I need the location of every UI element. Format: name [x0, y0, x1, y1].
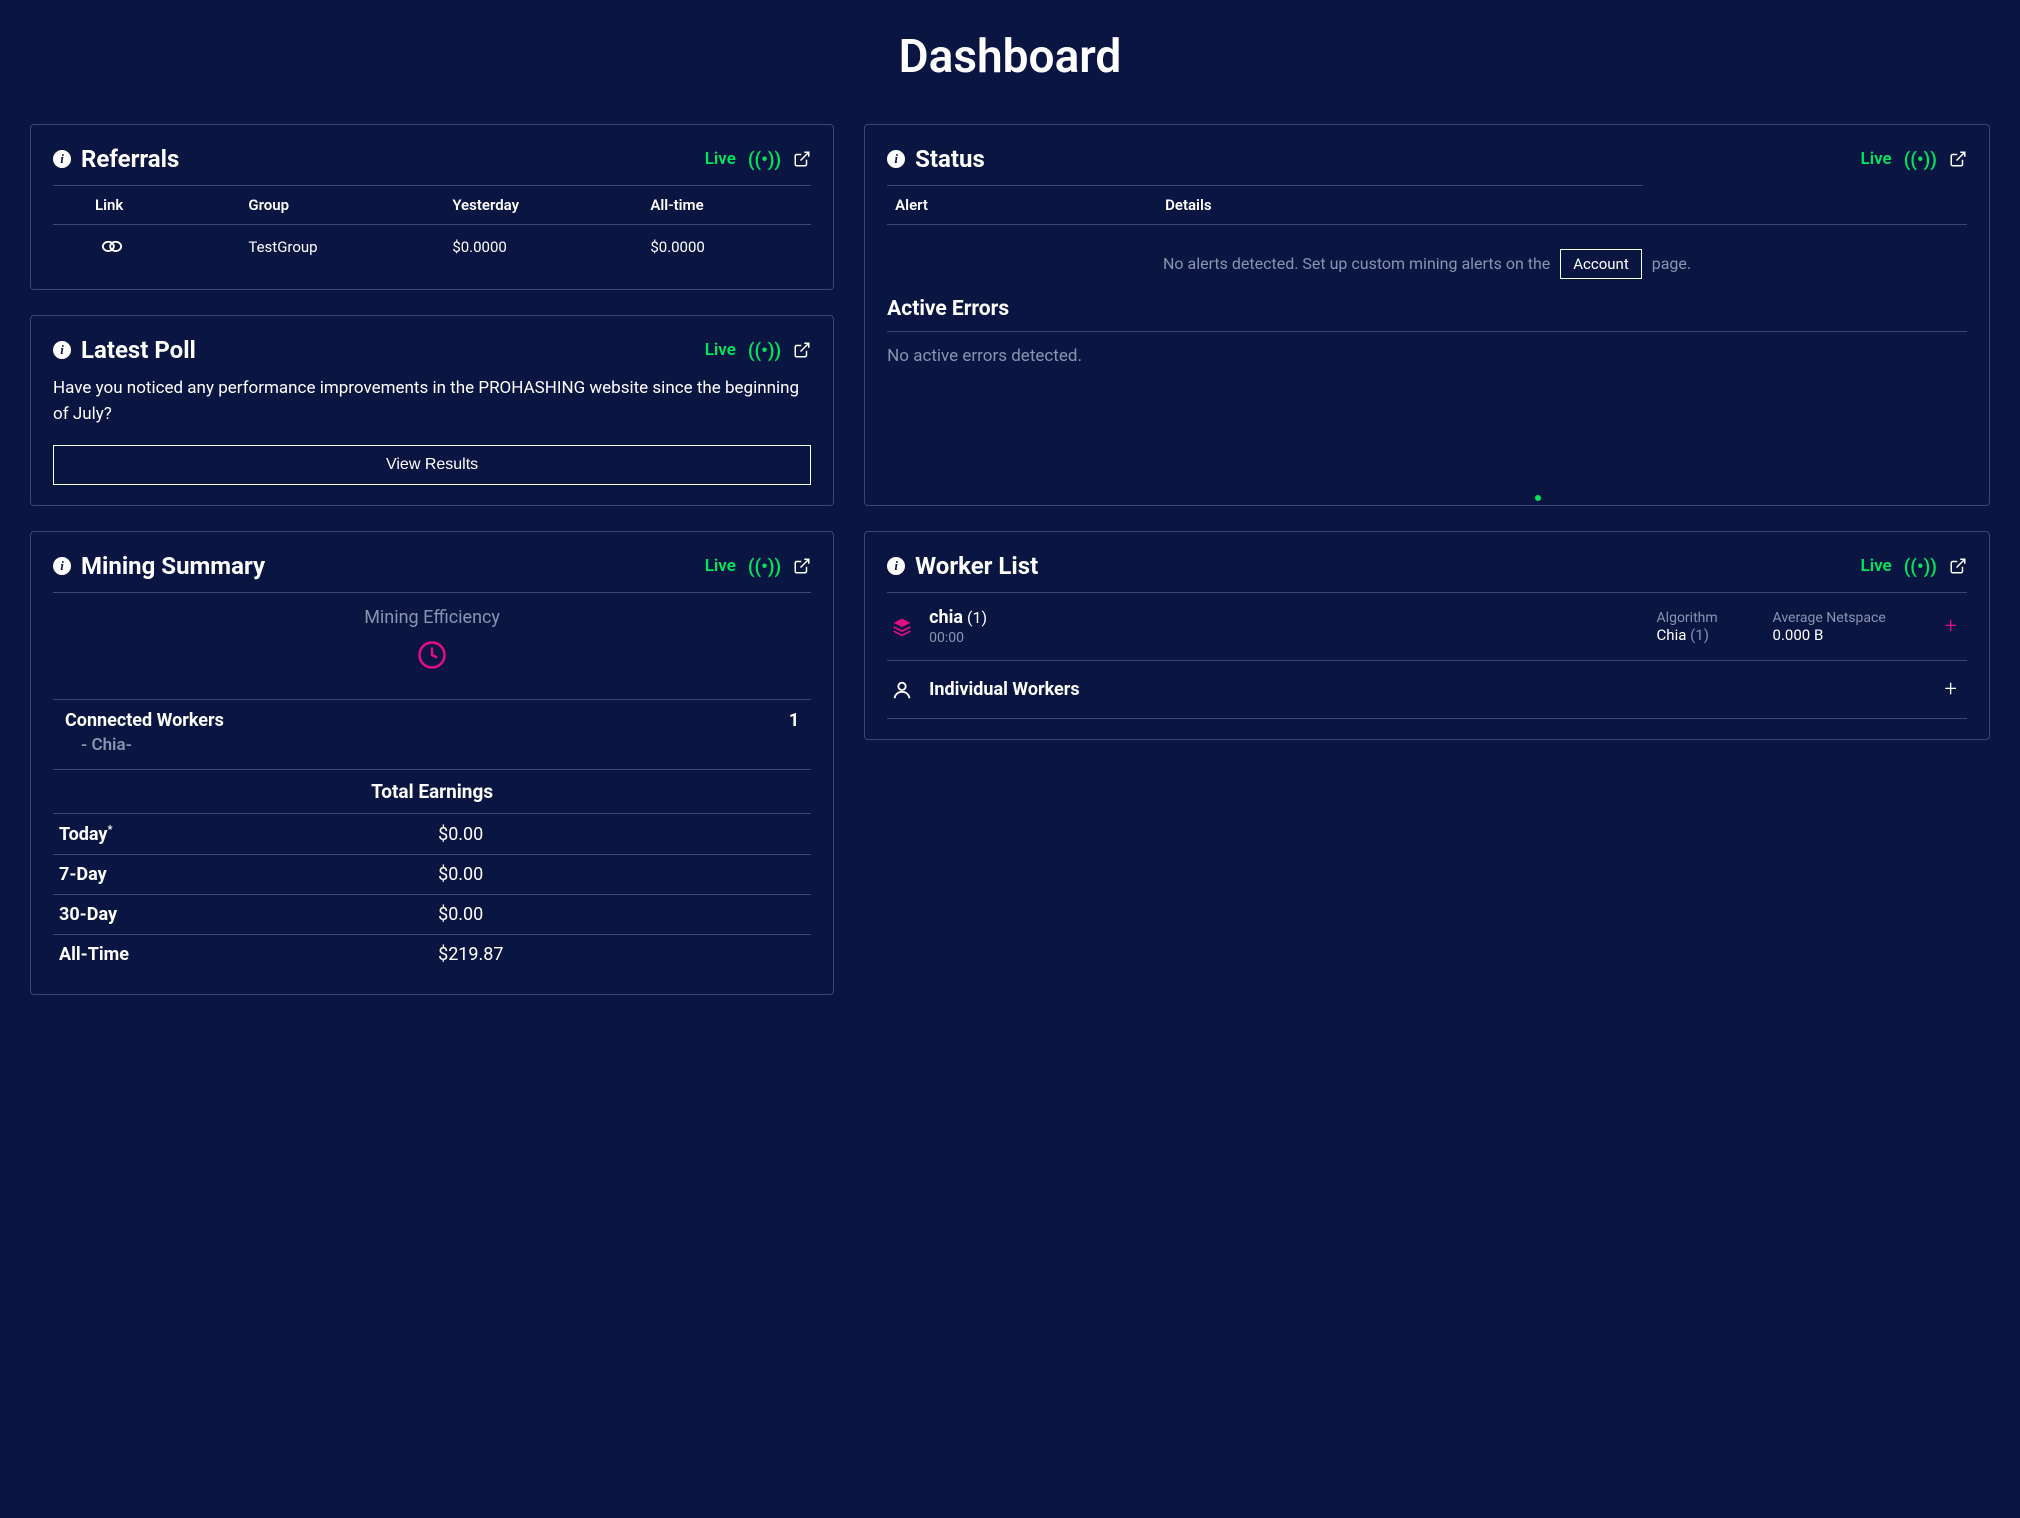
no-errors-text: No active errors detected.	[887, 346, 1967, 366]
worker-algo-label: Algorithm	[1657, 610, 1757, 626]
worker-list-card: i Worker List Live ((•)) c	[864, 531, 1990, 740]
expand-icon[interactable]: +	[1939, 614, 1963, 639]
worker-time: 00:00	[929, 630, 1640, 646]
broadcast-icon: ((•))	[748, 339, 781, 362]
live-label: Live	[1861, 556, 1892, 576]
popout-icon[interactable]	[793, 150, 811, 168]
layers-icon	[891, 617, 913, 637]
earnings-alltime-value: $219.87	[432, 935, 811, 975]
ref-th-yesterday: Yesterday	[444, 186, 642, 225]
info-icon[interactable]: i	[53, 557, 71, 575]
info-icon[interactable]: i	[887, 150, 905, 168]
info-icon[interactable]: i	[53, 341, 71, 359]
referrals-table: Link Group Yesterday All-time TestGroup …	[53, 185, 811, 269]
earnings-today-label: Today*	[53, 814, 432, 855]
connected-workers-count: 1	[789, 710, 799, 731]
view-results-button[interactable]: View Results	[53, 445, 811, 485]
connected-workers-label: Connected Workers	[65, 710, 224, 731]
table-row: 7-Day $0.00	[53, 855, 811, 895]
clock-icon	[417, 640, 447, 670]
status-card: i Status Live ((•)) Alert Details	[864, 124, 1990, 506]
worker-list-title: Worker List	[915, 552, 1038, 580]
person-icon	[891, 679, 913, 701]
ref-yesterday: $0.0000	[444, 225, 642, 270]
status-th-alert: Alert	[887, 186, 1157, 225]
popout-icon[interactable]	[1949, 557, 1967, 575]
account-button[interactable]: Account	[1560, 249, 1642, 279]
ref-th-group: Group	[240, 186, 444, 225]
table-row: 30-Day $0.00	[53, 895, 811, 935]
individual-workers-label: Individual Workers	[929, 679, 1922, 700]
broadcast-icon: ((•))	[1904, 555, 1937, 578]
poll-question: Have you noticed any performance improve…	[53, 376, 811, 427]
earnings-title: Total Earnings	[53, 769, 811, 813]
table-row: TestGroup $0.0000 $0.0000	[53, 225, 811, 270]
worker-name: chia	[929, 607, 963, 628]
info-icon[interactable]: i	[53, 150, 71, 168]
live-label: Live	[705, 556, 736, 576]
worker-netspace-value: 0.000 B	[1773, 626, 1923, 644]
status-table: Alert Details	[887, 186, 1967, 225]
ref-th-link: Link	[53, 186, 240, 225]
ref-group: TestGroup	[240, 225, 444, 270]
table-row: Today* $0.00	[53, 814, 811, 855]
mining-title: Mining Summary	[81, 552, 265, 580]
individual-workers-row[interactable]: Individual Workers +	[887, 661, 1967, 719]
active-errors-title: Active Errors	[887, 297, 1967, 321]
ref-th-alltime: All-time	[642, 186, 811, 225]
referrals-card: i Referrals Live ((•)) Link Group Yest	[30, 124, 834, 290]
table-row: All-Time $219.87	[53, 935, 811, 975]
earnings-7day-label: 7-Day	[53, 855, 432, 895]
no-alerts-message: No alerts detected. Set up custom mining…	[887, 243, 1967, 297]
page-title: Dashboard	[30, 30, 1990, 84]
earnings-today-value: $0.00	[432, 814, 811, 855]
info-icon[interactable]: i	[887, 557, 905, 575]
earnings-30day-label: 30-Day	[53, 895, 432, 935]
worker-count: (1)	[967, 608, 987, 627]
mining-summary-card: i Mining Summary Live ((•)) Mining Effic…	[30, 531, 834, 995]
ref-alltime: $0.0000	[642, 225, 811, 270]
worker-row[interactable]: chia (1) 00:00 Algorithm Chia (1) Averag…	[887, 593, 1967, 661]
worker-coin-row: - Chia-	[53, 735, 811, 769]
earnings-7day-value: $0.00	[432, 855, 811, 895]
broadcast-icon: ((•))	[748, 555, 781, 578]
worker-netspace-label: Average Netspace	[1773, 610, 1923, 626]
poll-title: Latest Poll	[81, 336, 196, 364]
live-label: Live	[705, 149, 736, 169]
status-th-details: Details	[1157, 186, 1967, 225]
status-indicator-dot	[1535, 495, 1541, 501]
link-icon[interactable]	[101, 237, 123, 253]
live-label: Live	[705, 340, 736, 360]
connected-workers-row: Connected Workers 1	[53, 699, 811, 735]
mining-efficiency-label: Mining Efficiency	[53, 607, 811, 628]
worker-algo-value: Chia (1)	[1657, 626, 1757, 644]
status-title: Status	[915, 145, 985, 173]
expand-icon[interactable]: +	[1939, 677, 1963, 702]
earnings-alltime-label: All-Time	[53, 935, 432, 975]
live-label: Live	[1861, 149, 1892, 169]
earnings-table: Today* $0.00 7-Day $0.00 30-Day $0.00 Al…	[53, 813, 811, 974]
broadcast-icon: ((•))	[748, 148, 781, 171]
popout-icon[interactable]	[1949, 150, 1967, 168]
broadcast-icon: ((•))	[1904, 148, 1937, 171]
popout-icon[interactable]	[793, 557, 811, 575]
poll-card: i Latest Poll Live ((•)) Have you notice…	[30, 315, 834, 506]
earnings-30day-value: $0.00	[432, 895, 811, 935]
referrals-title: Referrals	[81, 145, 179, 173]
popout-icon[interactable]	[793, 341, 811, 359]
